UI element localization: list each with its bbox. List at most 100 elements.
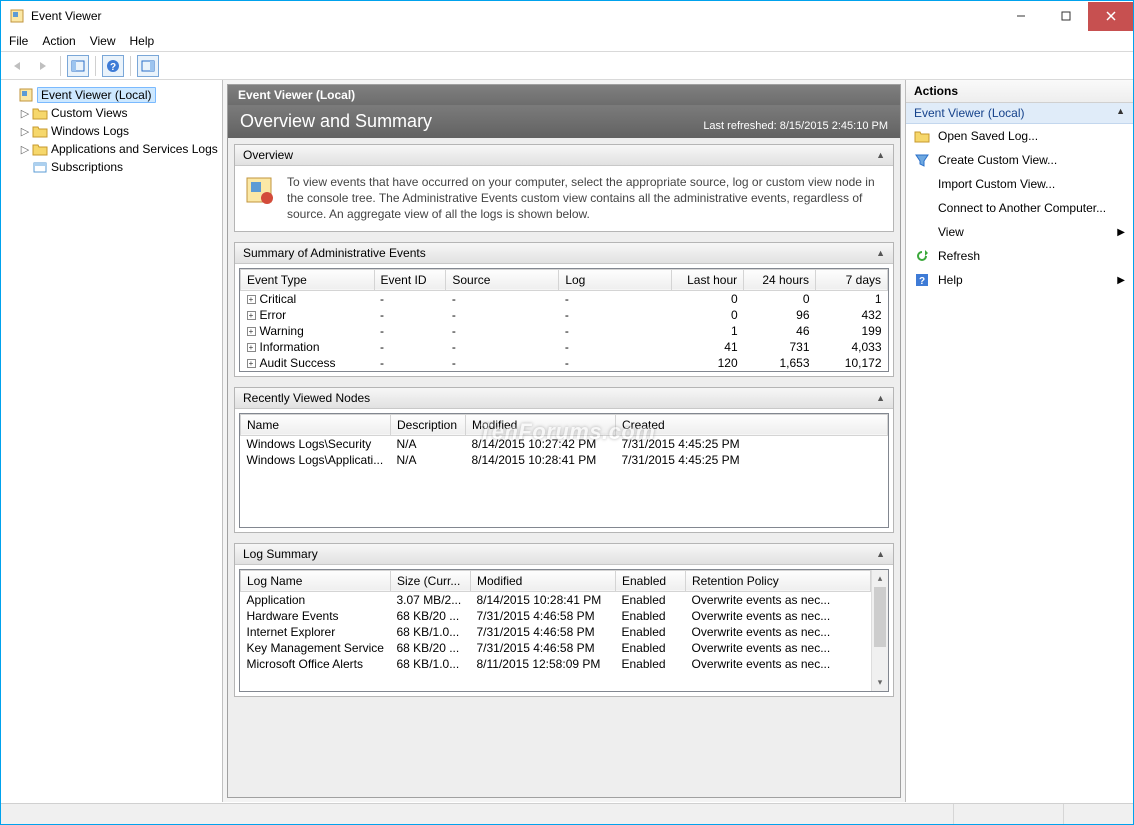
- scroll-down-icon[interactable]: ▾: [872, 674, 888, 691]
- table-row[interactable]: Key Management Service68 KB/20 ...7/31/2…: [241, 640, 871, 656]
- col-enabled[interactable]: Enabled: [616, 570, 686, 591]
- tree-item-custom-views[interactable]: ▷ Custom Views: [5, 104, 218, 122]
- collapse-icon[interactable]: ▲: [876, 549, 885, 559]
- col-retention[interactable]: Retention Policy: [686, 570, 871, 591]
- filter-icon: [914, 152, 930, 168]
- toolbar: ?: [1, 52, 1133, 80]
- expand-icon[interactable]: ▷: [19, 107, 31, 120]
- open-folder-icon: [914, 128, 930, 144]
- action-refresh[interactable]: Refresh: [906, 244, 1133, 268]
- table-row[interactable]: Hardware Events68 KB/20 ...7/31/2015 4:4…: [241, 608, 871, 624]
- tree-item-subscriptions[interactable]: ▷ Subscriptions: [5, 158, 218, 176]
- col-7-days[interactable]: 7 days: [816, 269, 888, 290]
- folder-icon: [32, 105, 48, 121]
- col-name[interactable]: Name: [241, 414, 391, 435]
- table-row[interactable]: Windows Logs\SecurityN/A8/14/2015 10:27:…: [241, 435, 888, 452]
- table-row[interactable]: Internet Explorer68 KB/1.0...7/31/2015 4…: [241, 624, 871, 640]
- table-row[interactable]: Application3.07 MB/2...8/14/2015 10:28:4…: [241, 591, 871, 608]
- expand-icon[interactable]: +: [247, 327, 256, 336]
- table-row[interactable]: +Audit Success---1201,65310,172: [241, 355, 888, 371]
- show-hide-action-pane-button[interactable]: [137, 55, 159, 77]
- recent-header[interactable]: Recently Viewed Nodes ▲: [235, 388, 893, 409]
- window-title: Event Viewer: [31, 9, 101, 23]
- col-modified[interactable]: Modified: [466, 414, 616, 435]
- expand-icon[interactable]: ▷: [19, 125, 31, 138]
- collapse-icon[interactable]: ▲: [876, 150, 885, 160]
- tree-item-applications-logs[interactable]: ▷ Applications and Services Logs: [5, 140, 218, 158]
- tree-root-label: Event Viewer (Local): [37, 87, 156, 103]
- summary-header[interactable]: Summary of Administrative Events ▲: [235, 243, 893, 264]
- menu-action[interactable]: Action: [42, 34, 75, 48]
- overview-header[interactable]: Overview ▲: [235, 145, 893, 166]
- logsummary-header[interactable]: Log Summary ▲: [235, 544, 893, 565]
- forward-button[interactable]: [32, 55, 54, 77]
- action-create-custom-view[interactable]: Create Custom View...: [906, 148, 1133, 172]
- menu-file[interactable]: File: [9, 34, 28, 48]
- scroll-up-icon[interactable]: ▴: [872, 570, 888, 587]
- action-open-saved-log[interactable]: Open Saved Log...: [906, 124, 1133, 148]
- col-last-hour[interactable]: Last hour: [672, 269, 744, 290]
- actions-group-header[interactable]: Event Viewer (Local) ▲: [906, 103, 1133, 124]
- tree-root[interactable]: Event Viewer (Local): [5, 86, 218, 104]
- table-row[interactable]: +Critical---001: [241, 290, 888, 307]
- table-row[interactable]: +Information---417314,033: [241, 339, 888, 355]
- back-button[interactable]: [7, 55, 29, 77]
- col-size[interactable]: Size (Curr...: [391, 570, 471, 591]
- submenu-arrow-icon: ▶: [1117, 227, 1125, 238]
- help-icon: ?: [914, 272, 930, 288]
- col-created[interactable]: Created: [616, 414, 888, 435]
- recent-panel: Recently Viewed Nodes ▲ Name Description…: [234, 387, 894, 533]
- action-connect-computer[interactable]: Connect to Another Computer...: [906, 196, 1133, 220]
- center-subtitle: Overview and Summary: [240, 111, 432, 132]
- collapse-icon[interactable]: ▲: [876, 248, 885, 258]
- overview-panel: Overview ▲ To view events that have occu…: [234, 144, 894, 232]
- tree-item-label: Custom Views: [51, 106, 127, 120]
- recent-table: Name Description Modified Created Window…: [240, 414, 888, 468]
- col-24-hours[interactable]: 24 hours: [744, 269, 816, 290]
- col-modified[interactable]: Modified: [471, 570, 616, 591]
- collapse-icon[interactable]: ▲: [876, 393, 885, 403]
- help-button[interactable]: ?: [102, 55, 124, 77]
- app-icon: [9, 8, 25, 24]
- tree-item-label: Subscriptions: [51, 160, 123, 174]
- overview-text: To view events that have occurred on you…: [287, 174, 885, 223]
- show-hide-tree-button[interactable]: [67, 55, 89, 77]
- minimize-button[interactable]: [998, 2, 1043, 31]
- action-import-custom-view[interactable]: Import Custom View...: [906, 172, 1133, 196]
- menubar: File Action View Help: [1, 31, 1133, 52]
- col-log[interactable]: Log: [559, 269, 672, 290]
- action-view[interactable]: View ▶: [906, 220, 1133, 244]
- menu-help[interactable]: Help: [130, 34, 155, 48]
- vertical-scrollbar[interactable]: ▴ ▾: [871, 570, 888, 691]
- col-event-type[interactable]: Event Type: [241, 269, 375, 290]
- actions-pane: Actions Event Viewer (Local) ▲ Open Save…: [905, 80, 1133, 802]
- last-refreshed: Last refreshed: 8/15/2015 2:45:10 PM: [432, 120, 888, 132]
- scroll-thumb[interactable]: [874, 587, 886, 647]
- tree-item-windows-logs[interactable]: ▷ Windows Logs: [5, 122, 218, 140]
- menu-view[interactable]: View: [90, 34, 116, 48]
- col-description[interactable]: Description: [391, 414, 466, 435]
- col-log-name[interactable]: Log Name: [241, 570, 391, 591]
- close-button[interactable]: [1088, 2, 1133, 31]
- action-help[interactable]: ? Help ▶: [906, 268, 1133, 292]
- table-row[interactable]: +Error---096432: [241, 307, 888, 323]
- table-row[interactable]: Windows Logs\Applicati...N/A8/14/2015 10…: [241, 452, 888, 468]
- submenu-arrow-icon: ▶: [1117, 275, 1125, 286]
- refresh-icon: [914, 248, 930, 264]
- expand-icon[interactable]: +: [247, 295, 256, 304]
- table-row[interactable]: Microsoft Office Alerts68 KB/1.0...8/11/…: [241, 656, 871, 672]
- table-row[interactable]: +Warning---146199: [241, 323, 888, 339]
- expand-icon[interactable]: +: [247, 311, 256, 320]
- expand-icon[interactable]: ▷: [19, 143, 31, 156]
- event-viewer-icon: [18, 87, 34, 103]
- summary-table: Event Type Event ID Source Log Last hour…: [240, 269, 888, 371]
- maximize-button[interactable]: [1043, 2, 1088, 31]
- expand-icon[interactable]: +: [247, 343, 256, 352]
- titlebar: Event Viewer: [1, 1, 1133, 31]
- window: Event Viewer File Action View Help ? Eve…: [0, 0, 1134, 825]
- summary-panel: Summary of Administrative Events ▲ Event…: [234, 242, 894, 377]
- col-event-id[interactable]: Event ID: [374, 269, 446, 290]
- expand-icon[interactable]: +: [247, 359, 256, 368]
- col-source[interactable]: Source: [446, 269, 559, 290]
- collapse-icon[interactable]: ▲: [1116, 106, 1125, 120]
